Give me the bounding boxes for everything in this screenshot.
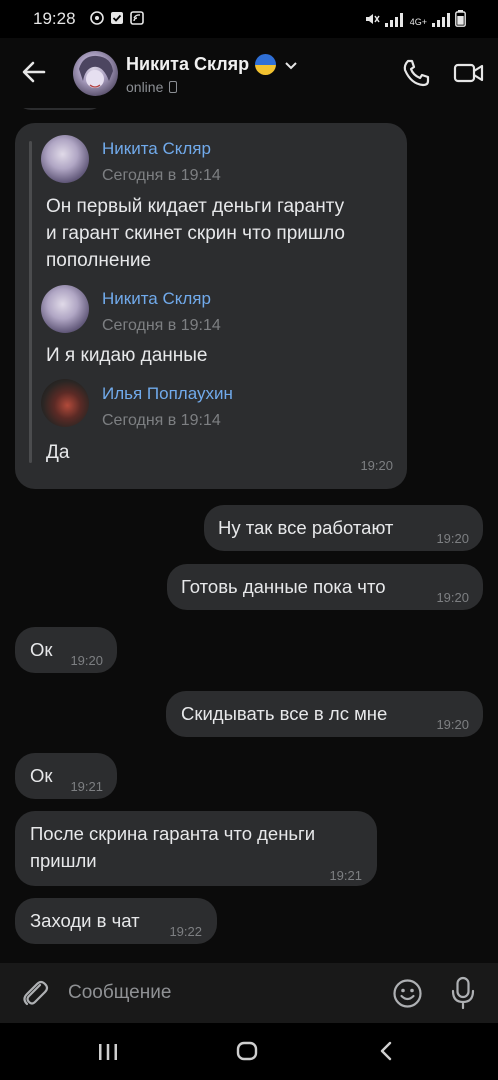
status-right-icons: 4G+ [364,10,466,27]
forward-text-line: Он первый кидает деньги гаранту [46,196,345,217]
message-text: Ну так все работают [218,517,394,538]
forward-sender-name[interactable]: Никита Скляр [102,286,211,312]
outgoing-message[interactable]: Скидывать все в лс мне 19:20 [166,691,483,737]
contact-avatar[interactable] [73,51,118,96]
chat-message-list[interactable]: Никита Скляр Сегодня в 19:14 Он первый к… [0,108,498,963]
video-call-icon[interactable] [453,58,485,88]
message-time: 19:21 [70,779,103,794]
recent-apps-icon[interactable] [97,1043,119,1061]
message-time: 19:21 [329,868,362,883]
phone-call-icon[interactable] [401,58,431,88]
message-time: 19:20 [360,458,393,473]
incoming-message[interactable]: После скрина гаранта что деньги пришли 1… [15,811,377,886]
message-time: 19:20 [436,717,469,732]
system-navigation-bar [0,1023,498,1080]
incoming-message[interactable]: Заходи в чат 19:22 [15,898,217,944]
forward-text-line: И я кидаю данные [46,345,208,366]
outgoing-message[interactable]: Готовь данные пока что 19:20 [167,564,483,610]
outgoing-message[interactable]: Ну так все работают 19:20 [204,505,483,551]
contact-status: online [126,79,178,95]
incoming-message[interactable]: Ок 19:21 [15,753,117,799]
status-bar: 19:28 4G+ [0,0,498,38]
cast-icon [130,11,144,25]
check-box-icon [111,12,123,24]
forward-quote-bar [29,141,32,463]
nav-back-icon[interactable] [377,1040,395,1062]
forward-date: Сегодня в 19:14 [102,167,221,184]
message-text: Скидывать все в лс мне [181,703,388,724]
microphone-icon[interactable] [450,976,476,1010]
incoming-message[interactable]: Ок 19:20 [15,627,117,673]
shield-icon [90,11,104,25]
signal-icon-1 [384,12,403,27]
battery-icon [455,10,466,27]
mute-icon [365,14,380,24]
forward-text-line: и гарант скинет скрин что пришло [46,223,345,244]
status-time: 19:28 [33,9,76,28]
message-text: Заходи в чат [30,910,140,931]
status-notification-icons [90,11,144,25]
message-text: Ок [30,639,53,660]
ukraine-flag-icon [255,54,277,75]
forward-avatar-3 [41,379,89,427]
emoji-smile-icon[interactable] [392,978,423,1009]
back-arrow-icon[interactable] [20,58,48,86]
forward-avatar-1 [41,135,89,183]
forward-text-line: Да [46,442,70,463]
message-text: Готовь данные пока что [181,576,386,597]
contact-name-row[interactable]: Никита Скляр [126,54,298,75]
chat-header: Никита Скляр online [0,38,498,108]
home-icon[interactable] [235,1040,259,1062]
message-time: 19:20 [436,531,469,546]
mobile-device-icon [169,81,178,93]
forward-text-line: пополнение [46,250,152,271]
contact-name: Никита Скляр [126,54,250,74]
forward-sender-name[interactable]: Илья Поплаухин [102,381,233,407]
online-status-text: online [126,79,164,95]
message-input[interactable] [68,977,368,1009]
forward-date: Сегодня в 19:14 [102,412,221,429]
avatar-portrait-icon [79,55,113,88]
chevron-down-icon[interactable] [284,58,298,72]
signal-icon-2 [432,12,450,27]
forward-avatar-2 [41,285,89,333]
previous-message-bubble[interactable] [15,108,105,110]
forward-sender-name[interactable]: Никита Скляр [102,136,211,162]
message-text: Ок [30,765,53,786]
network-type-label: 4G+ [409,17,427,27]
message-time: 19:20 [436,590,469,605]
message-text-line: После скрина гаранта что деньги [30,823,316,844]
forward-date: Сегодня в 19:14 [102,317,221,334]
paperclip-icon[interactable] [20,977,50,1009]
message-composer [0,963,498,1023]
message-time: 19:22 [169,924,202,939]
forwarded-messages-bubble[interactable]: Никита Скляр Сегодня в 19:14 Он первый к… [15,123,407,489]
message-text-line: пришли [30,850,97,871]
message-time: 19:20 [70,653,103,668]
